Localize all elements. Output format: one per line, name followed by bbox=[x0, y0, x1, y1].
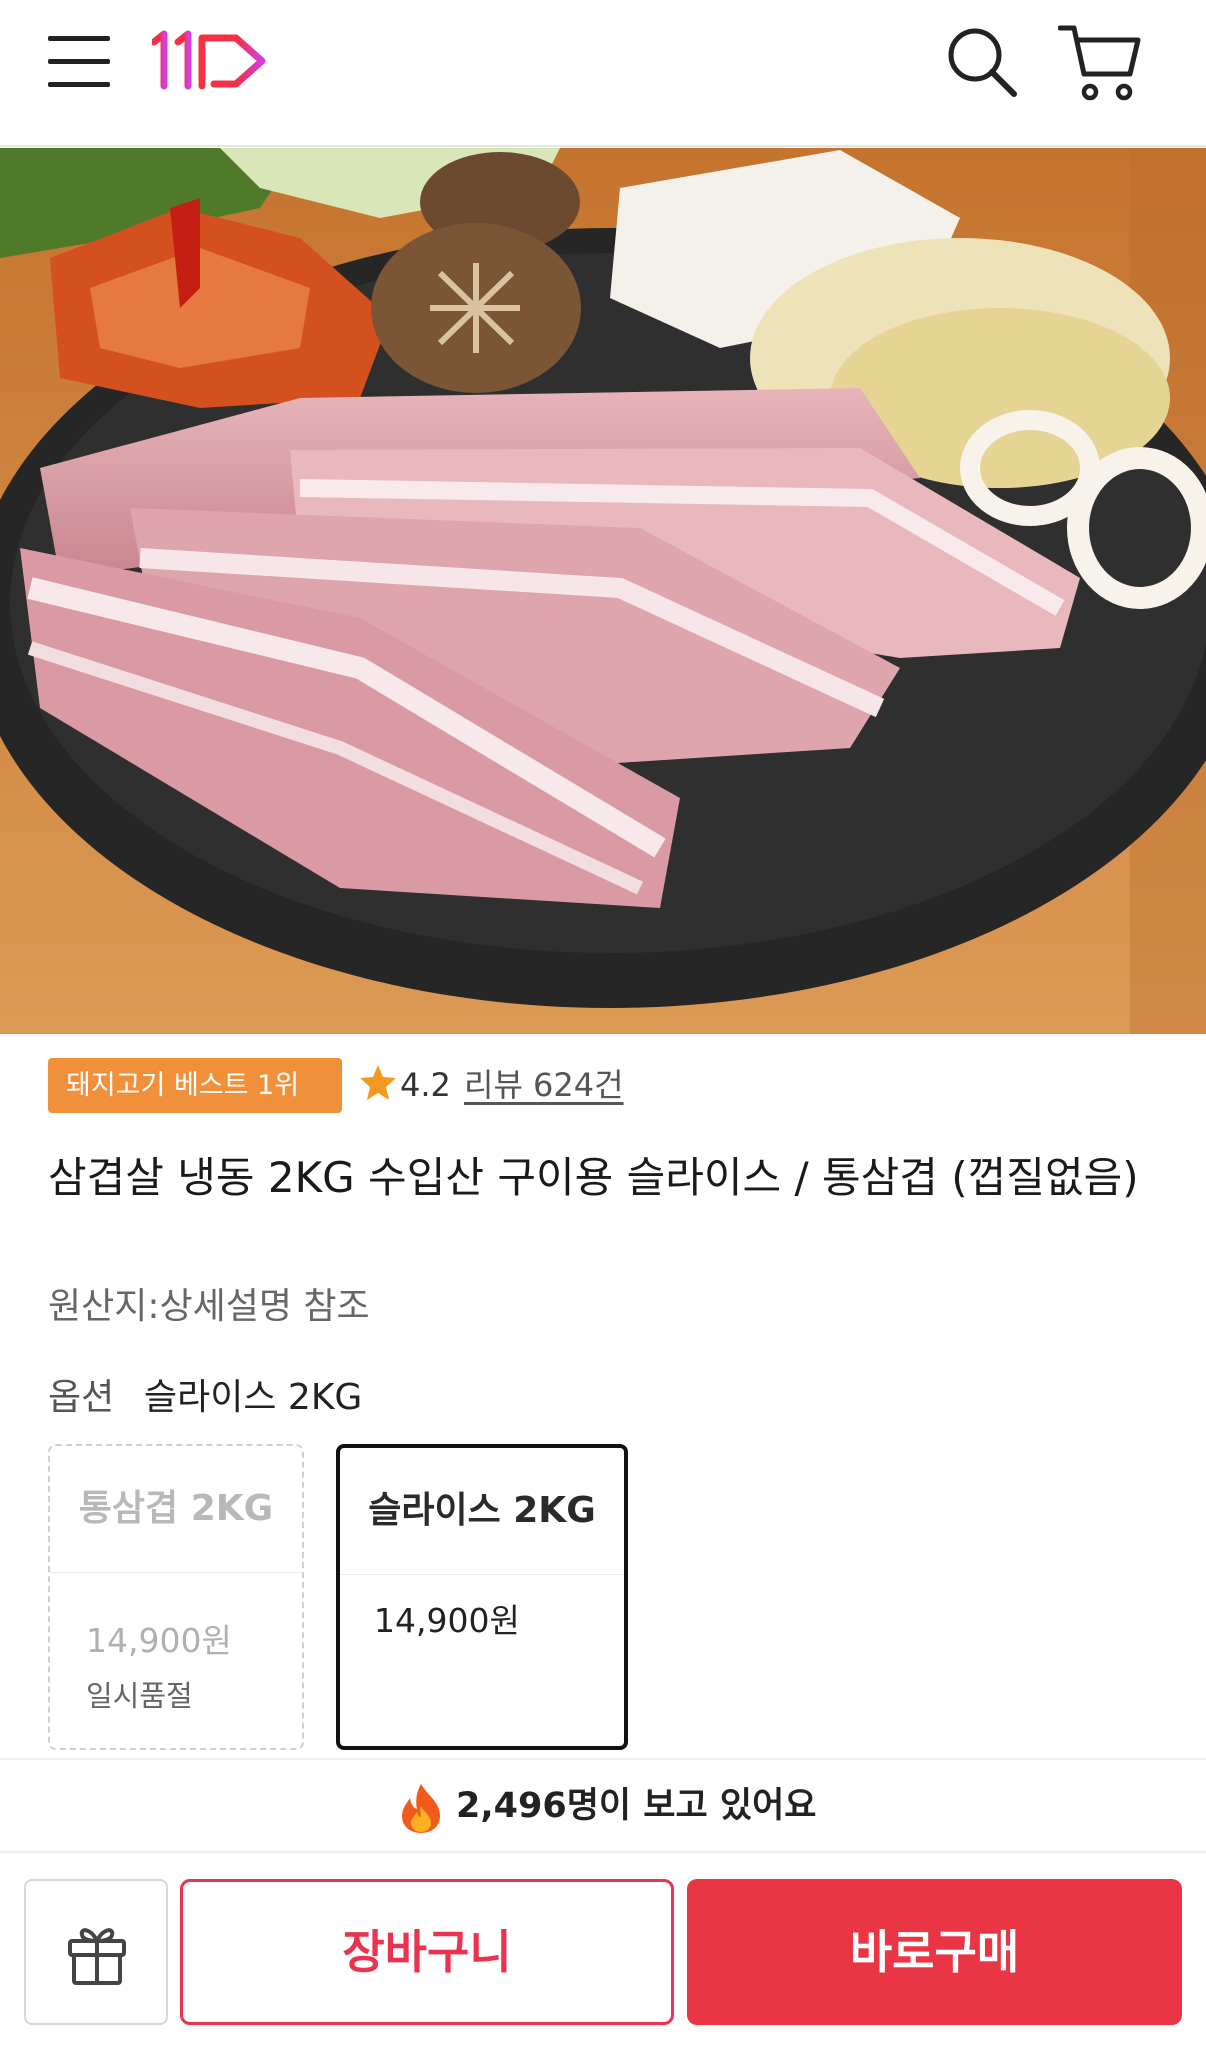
bottom-action-bar: 장바구니 바로구매 bbox=[0, 1855, 1206, 2049]
option-card-whole-belly[interactable]: 통삼겹 2KG 14,900원 일시품절 bbox=[48, 1444, 304, 1750]
option-name: 통삼겹 2KG bbox=[78, 1488, 274, 1529]
product-image[interactable] bbox=[0, 148, 1206, 1034]
gift-icon bbox=[68, 1928, 126, 1985]
product-origin: 원산지:상세설명 참조 bbox=[48, 1286, 370, 1327]
rating-value: 4.2 bbox=[400, 1066, 451, 1104]
review-count-link[interactable]: 리뷰 624건 bbox=[464, 1060, 624, 1110]
add-to-cart-button[interactable]: 장바구니 bbox=[180, 1879, 674, 2025]
gift-button[interactable] bbox=[24, 1879, 168, 2025]
fire-icon bbox=[398, 1782, 444, 1834]
option-card-slice[interactable]: 슬라이스 2KG 14,900원 bbox=[336, 1444, 628, 1750]
sold-out-status: 일시품절 bbox=[86, 1679, 193, 1713]
star-icon bbox=[358, 1063, 398, 1103]
card-divider bbox=[50, 1572, 302, 1573]
selected-option-value: 슬라이스 2KG bbox=[144, 1377, 363, 1418]
card-divider bbox=[340, 1574, 624, 1575]
menu-icon[interactable] bbox=[48, 32, 112, 92]
viewers-banner: 2,496명이 보고 있어요 bbox=[0, 1758, 1206, 1853]
product-title: 삼겹살 냉동 2KG 수입산 구이용 슬라이스 / 통삼겹 (껍질없음) bbox=[48, 1153, 1139, 1202]
option-name: 슬라이스 2KG bbox=[368, 1490, 596, 1531]
cart-icon[interactable] bbox=[1057, 22, 1142, 104]
option-price: 14,900원 bbox=[86, 1621, 232, 1660]
search-icon[interactable] bbox=[944, 24, 1020, 100]
buy-now-button[interactable]: 바로구매 bbox=[687, 1879, 1182, 2025]
best-seller-badge: 돼지고기 베스트 1위 bbox=[48, 1058, 342, 1113]
option-price: 14,900원 bbox=[374, 1601, 520, 1640]
viewers-count-text: 2,496명이 보고 있어요 bbox=[456, 1786, 817, 1826]
option-label: 옵션 bbox=[48, 1377, 115, 1418]
top-header bbox=[0, 0, 1206, 147]
site-logo[interactable] bbox=[150, 28, 274, 92]
